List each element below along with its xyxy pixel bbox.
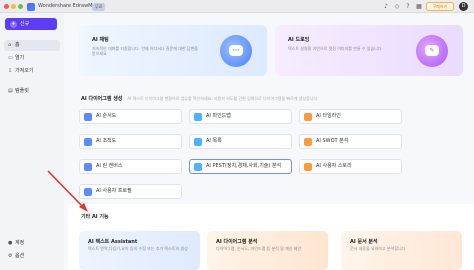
annotation-arrow bbox=[47, 170, 88, 212]
